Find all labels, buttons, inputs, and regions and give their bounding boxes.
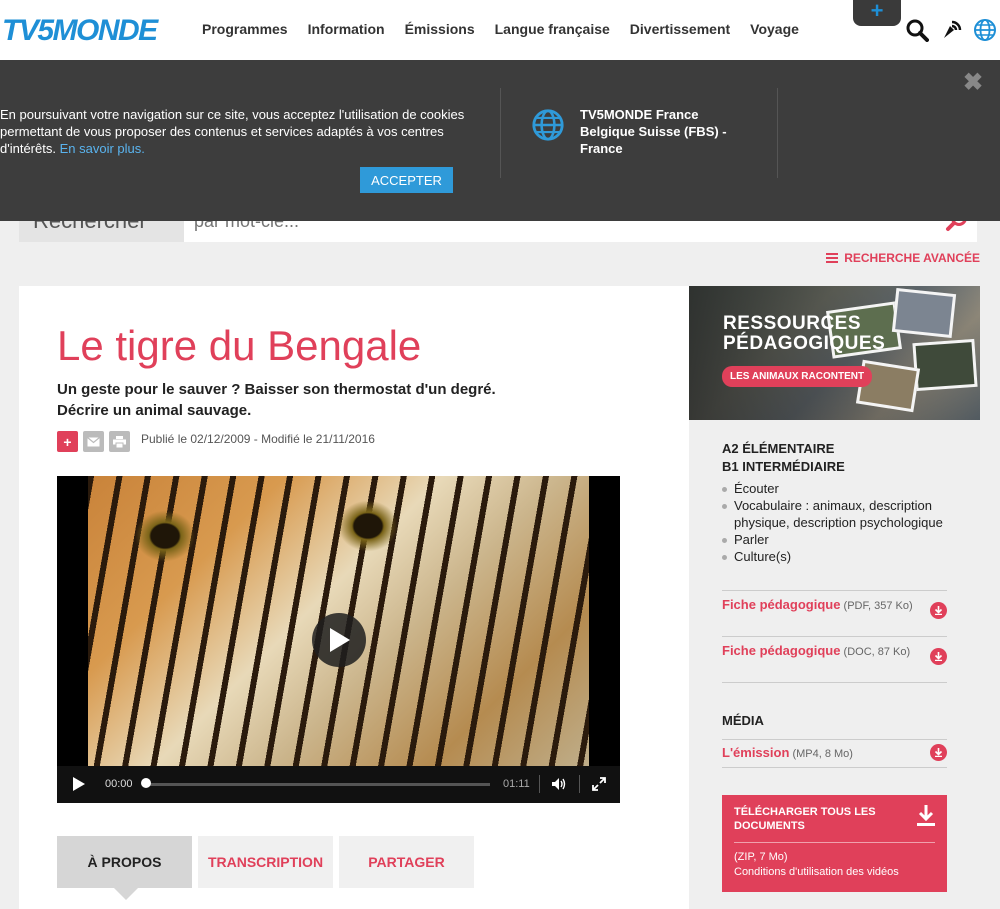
play-icon bbox=[330, 628, 350, 652]
download-all-title: TÉLÉCHARGER TOUS LES DOCUMENTS bbox=[734, 806, 876, 832]
download-label[interactable]: L'émission bbox=[722, 745, 789, 760]
divider bbox=[539, 775, 540, 793]
tv5monde-logo[interactable]: TV5MONDE bbox=[2, 14, 158, 48]
volume-icon[interactable] bbox=[551, 777, 567, 791]
search-icon[interactable] bbox=[905, 18, 929, 42]
nav-item-programmes[interactable]: Programmes bbox=[192, 21, 298, 37]
cookie-banner: En poursuivant votre navigation sur ce s… bbox=[0, 60, 1000, 221]
advanced-search-link[interactable]: RECHERCHE AVANCÉE bbox=[826, 251, 980, 265]
level-label: B1 INTERMÉDIAIRE bbox=[722, 459, 845, 474]
level-label: A2 ÉLÉMENTAIRE bbox=[722, 441, 835, 456]
download-doc-row[interactable]: Fiche pédagogique (DOC, 87 Ko) bbox=[722, 642, 947, 665]
divider bbox=[579, 775, 580, 793]
tab-a-propos[interactable]: À PROPOS bbox=[57, 836, 192, 900]
menu-icon bbox=[826, 253, 839, 263]
list-item: Vocabulaire : animaux, description physi… bbox=[722, 497, 952, 531]
list-item: Écouter bbox=[722, 480, 952, 497]
divider bbox=[722, 739, 947, 740]
list-item: Culture(s) bbox=[722, 548, 952, 565]
play-button[interactable] bbox=[312, 613, 366, 667]
nav-item-information[interactable]: Information bbox=[298, 21, 395, 37]
video-conditions-link[interactable]: Conditions d'utilisation des vidéos bbox=[734, 866, 899, 878]
divider bbox=[722, 636, 947, 637]
download-icon[interactable] bbox=[930, 602, 947, 619]
pedagogical-resources-banner[interactable]: RESSOURCES PÉDAGOGIQUES LES ANIMAUX RACO… bbox=[689, 286, 980, 420]
tab-transcription[interactable]: TRANSCRIPTION bbox=[198, 836, 333, 888]
email-icon[interactable] bbox=[83, 431, 104, 452]
globe-icon bbox=[532, 109, 564, 141]
sidebar: RESSOURCES PÉDAGOGIQUES LES ANIMAUX RACO… bbox=[689, 286, 980, 909]
top-bar: TV5MONDE Programmes Information Émission… bbox=[0, 0, 1000, 60]
download-label[interactable]: Fiche pédagogique bbox=[722, 643, 840, 658]
promo-title: RESSOURCES PÉDAGOGIQUES bbox=[723, 314, 885, 354]
download-info: (DOC, 87 Ko) bbox=[843, 646, 911, 658]
divider bbox=[734, 842, 935, 843]
list-item: Parler bbox=[722, 531, 952, 548]
promo-badge[interactable]: LES ANIMAUX RACONTENT bbox=[722, 366, 873, 387]
nav-item-voyage[interactable]: Voyage bbox=[740, 21, 809, 37]
nav-item-langue-francaise[interactable]: Langue française bbox=[485, 21, 620, 37]
photo-thumbnail bbox=[891, 287, 957, 339]
video-player[interactable]: 00:00 01:11 bbox=[57, 476, 620, 803]
download-icon[interactable] bbox=[930, 648, 947, 665]
live-broadcast-icon[interactable] bbox=[940, 18, 964, 42]
progress-bar[interactable] bbox=[145, 783, 490, 786]
promo-title-line: RESSOURCES bbox=[723, 313, 862, 334]
divider bbox=[722, 767, 947, 768]
progress-handle[interactable] bbox=[141, 778, 151, 788]
globe-icon[interactable] bbox=[973, 18, 997, 42]
region-selector[interactable]: TV5MONDE France Belgique Suisse (FBS) - … bbox=[580, 106, 740, 157]
media-title: MÉDIA bbox=[722, 713, 764, 728]
plus-menu-button[interactable]: + bbox=[853, 0, 901, 26]
nav-item-emissions[interactable]: Émissions bbox=[395, 21, 485, 37]
tab-bar: À PROPOS TRANSCRIPTION PARTAGER bbox=[57, 836, 474, 900]
page-title: Le tigre du Bengale bbox=[57, 322, 422, 369]
download-all-size: (ZIP, 7 Mo) bbox=[734, 851, 788, 863]
subtitle-line: Un geste pour le sauver ? Baisser son th… bbox=[57, 381, 496, 398]
divider bbox=[722, 682, 947, 683]
level-list: A2 ÉLÉMENTAIRE B1 INTERMÉDIAIRE bbox=[722, 440, 845, 476]
download-label[interactable]: Fiche pédagogique bbox=[722, 597, 840, 612]
fullscreen-icon[interactable] bbox=[592, 777, 606, 791]
close-icon[interactable]: ✖ bbox=[963, 68, 983, 97]
download-info: (PDF, 357 Ko) bbox=[843, 600, 913, 612]
nav-item-divertissement[interactable]: Divertissement bbox=[620, 21, 740, 37]
download-info: (MP4, 8 Mo) bbox=[792, 748, 853, 760]
download-pdf-row[interactable]: Fiche pédagogique (PDF, 357 Ko) bbox=[722, 596, 947, 619]
advanced-search-label: RECHERCHE AVANCÉE bbox=[844, 251, 980, 265]
print-icon[interactable] bbox=[109, 431, 130, 452]
article-subtitle: Un geste pour le sauver ? Baisser son th… bbox=[57, 379, 496, 421]
add-share-button[interactable]: + bbox=[57, 431, 78, 452]
tab-partager[interactable]: PARTAGER bbox=[339, 836, 474, 888]
promo-title-line: PÉDAGOGIQUES bbox=[723, 333, 886, 354]
download-icon[interactable] bbox=[930, 744, 947, 761]
download-media-row[interactable]: L'émission (MP4, 8 Mo) bbox=[722, 744, 947, 763]
subtitle-line: Décrire un animal sauvage. bbox=[57, 402, 252, 419]
share-toolbar: + bbox=[57, 431, 130, 452]
video-controls: 00:00 01:11 bbox=[57, 766, 620, 803]
divider bbox=[500, 88, 501, 178]
article-card: Le tigre du Bengale Un geste pour le sau… bbox=[19, 286, 689, 909]
download-icon bbox=[917, 805, 935, 826]
divider bbox=[722, 590, 947, 591]
download-all-button[interactable]: TÉLÉCHARGER TOUS LES DOCUMENTS (ZIP, 7 M… bbox=[722, 795, 947, 892]
cookie-message: En poursuivant votre navigation sur ce s… bbox=[0, 106, 470, 157]
accept-cookies-button[interactable]: ACCEPTER bbox=[360, 167, 453, 193]
main-nav: Programmes Information Émissions Langue … bbox=[192, 21, 809, 37]
learn-more-link[interactable]: En savoir plus. bbox=[60, 141, 145, 156]
current-time: 00:00 bbox=[105, 778, 133, 790]
photo-thumbnail bbox=[912, 338, 978, 392]
play-icon[interactable] bbox=[73, 777, 85, 791]
divider bbox=[777, 88, 778, 178]
skills-list: Écouter Vocabulaire : animaux, descripti… bbox=[722, 480, 952, 565]
publication-date: Publié le 02/12/2009 - Modifié le 21/11/… bbox=[141, 432, 375, 446]
duration: 01:11 bbox=[503, 778, 530, 790]
